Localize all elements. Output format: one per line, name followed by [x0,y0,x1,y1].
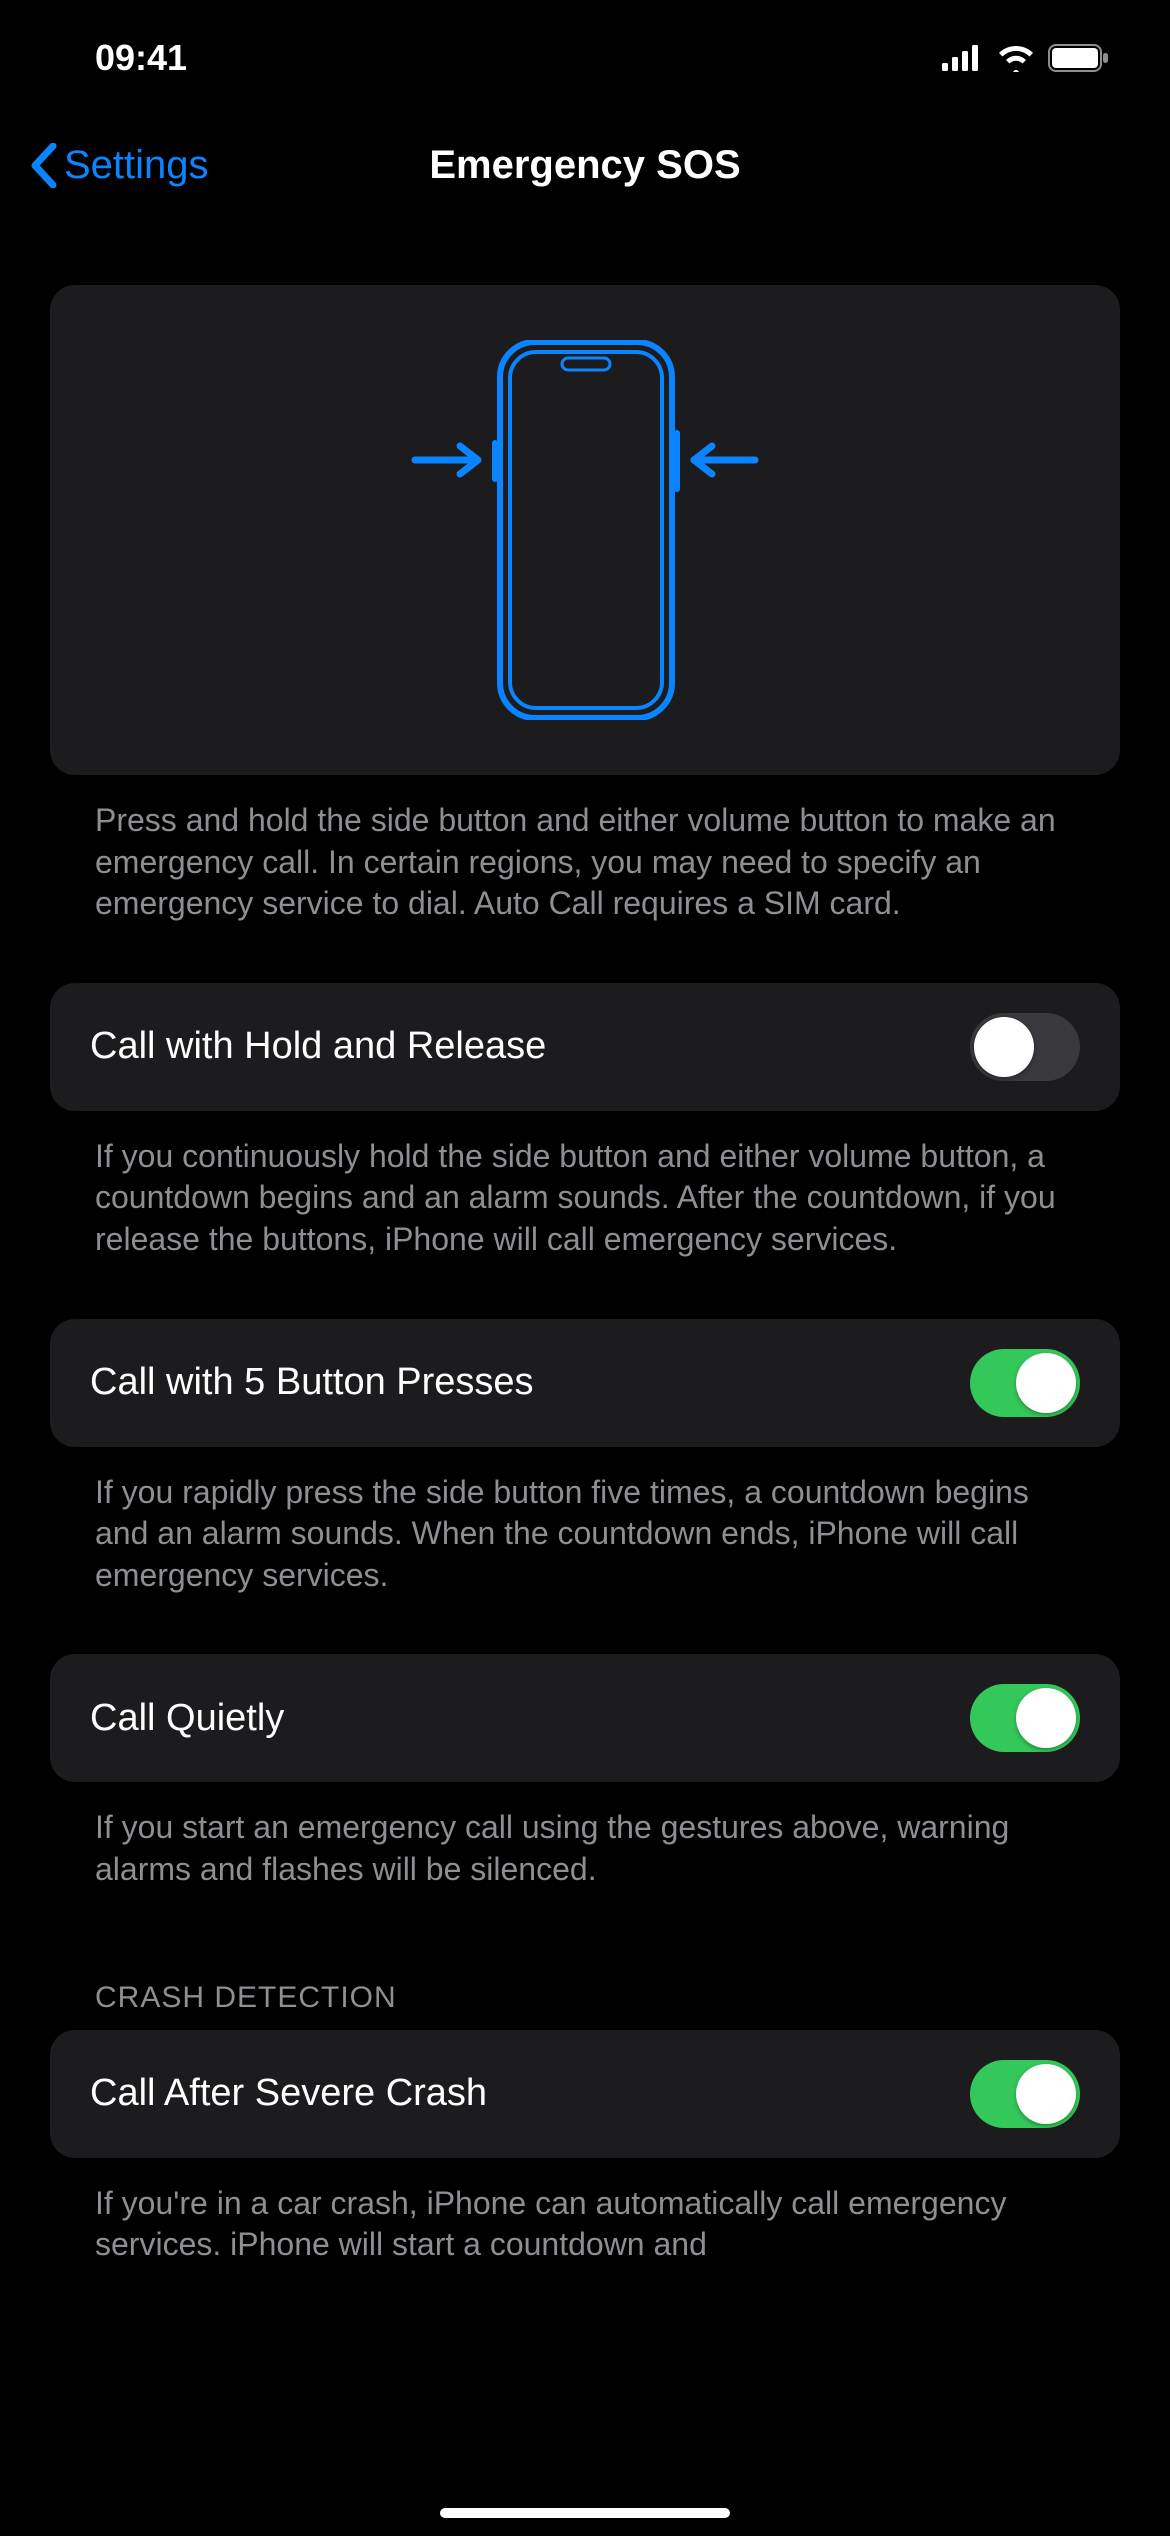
phone-diagram-icon [410,340,760,720]
call-quietly-row[interactable]: Call Quietly [50,1654,1120,1782]
back-label: Settings [64,143,209,188]
wifi-icon [996,44,1036,72]
call-hold-release-row[interactable]: Call with Hold and Release [50,983,1120,1111]
row-label: Call Quietly [90,1697,284,1740]
call-after-crash-footer: If you're in a car crash, iPhone can aut… [50,2158,1120,2266]
call-five-presses-toggle[interactable] [970,1349,1080,1417]
call-after-crash-toggle[interactable] [970,2060,1080,2128]
home-indicator[interactable] [440,2508,730,2518]
crash-detection-header: CRASH DETECTION [50,1981,1120,2030]
status-time: 09:41 [95,37,187,79]
back-button[interactable]: Settings [0,143,209,188]
chevron-left-icon [30,143,58,188]
row-label: Call with Hold and Release [90,1025,546,1068]
navigation-bar: Settings Emergency SOS [0,115,1170,215]
diagram-card [50,285,1120,775]
row-label: Call with 5 Button Presses [90,1361,534,1404]
call-five-presses-footer: If you rapidly press the side button fiv… [50,1447,1120,1597]
diagram-footer-text: Press and hold the side button and eithe… [50,775,1120,925]
call-hold-release-toggle[interactable] [970,1013,1080,1081]
call-after-crash-row[interactable]: Call After Severe Crash [50,2030,1120,2158]
call-five-presses-row[interactable]: Call with 5 Button Presses [50,1319,1120,1447]
row-label: Call After Severe Crash [90,2072,487,2115]
battery-icon [1048,44,1110,72]
call-hold-release-footer: If you continuously hold the side button… [50,1111,1120,1261]
cellular-signal-icon [942,45,984,71]
call-quietly-toggle[interactable] [970,1684,1080,1752]
status-icons [942,44,1110,72]
status-bar: 09:41 [0,0,1170,100]
call-quietly-footer: If you start an emergency call using the… [50,1782,1120,1890]
